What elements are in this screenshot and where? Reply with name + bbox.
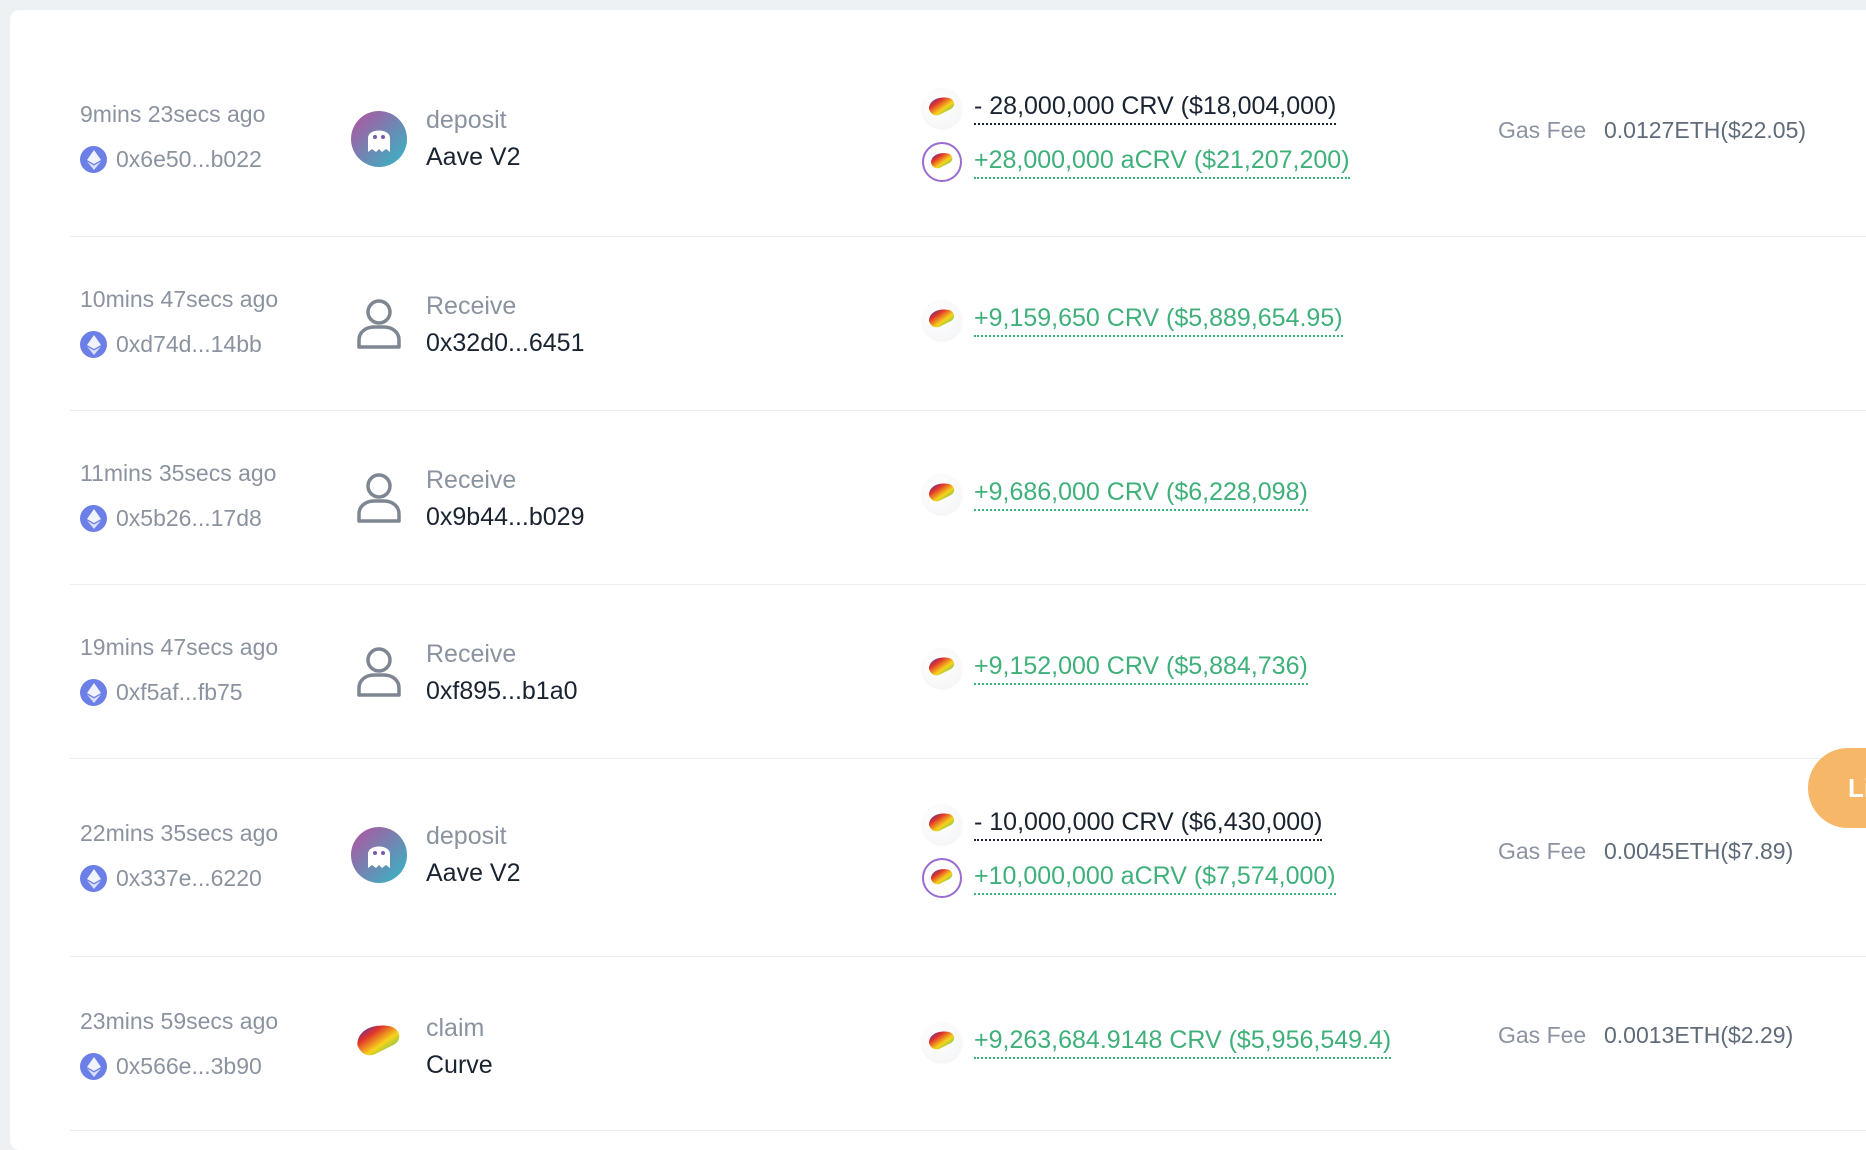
acrv-icon xyxy=(922,142,962,182)
transaction-action: claim xyxy=(426,1014,485,1042)
user-icon xyxy=(350,468,408,526)
transaction-action: deposit xyxy=(426,106,507,134)
token-amount[interactable]: +28,000,000 aCRV ($21,207,200) xyxy=(974,146,1350,179)
token-amount[interactable]: +9,263,684.9148 CRV ($5,956,549.4) xyxy=(974,1026,1392,1059)
transaction-action: Receive xyxy=(426,292,517,320)
token-amount[interactable]: - 28,000,000 CRV ($18,004,000) xyxy=(974,92,1337,125)
token-change-in: +9,263,684.9148 CRV ($5,956,549.4) xyxy=(922,1022,1392,1062)
counterparty-address[interactable]: 0xf895...b1a0 xyxy=(426,677,578,706)
aave-icon xyxy=(350,826,408,884)
ethereum-icon xyxy=(80,331,107,358)
transaction-time: 19mins 47secs ago xyxy=(80,634,279,660)
transaction-hash: 0xf5af...fb75 xyxy=(116,679,243,705)
transaction-time: 23mins 59secs ago xyxy=(80,1008,279,1034)
token-amount[interactable]: +9,159,650 CRV ($5,889,654.95) xyxy=(974,304,1343,337)
transaction-row: 23mins 59secs ago 0x566e...3b90 claim Cu… xyxy=(70,956,1866,1131)
transaction-hash: 0x6e50...b022 xyxy=(116,146,262,172)
token-change-out: - 10,000,000 CRV ($6,430,000) xyxy=(922,804,1323,844)
token-change-in: +28,000,000 aCRV ($21,207,200) xyxy=(922,142,1350,182)
crv-icon xyxy=(922,804,962,844)
transaction-hash-link[interactable]: 0x5b26...17d8 xyxy=(80,505,262,532)
token-amount[interactable]: +9,686,000 CRV ($6,228,098) xyxy=(974,478,1308,511)
token-change-out: - 28,000,000 CRV ($18,004,000) xyxy=(922,88,1337,128)
acrv-icon xyxy=(922,858,962,898)
protocol-name: Curve xyxy=(426,1051,493,1079)
protocol-name: Aave V2 xyxy=(426,859,521,887)
transaction-time: 10mins 47secs ago xyxy=(80,286,279,312)
ethereum-icon xyxy=(80,1053,107,1080)
gas-fee-value: 0.0127ETH($22.05) xyxy=(1604,117,1807,143)
transaction-hash-link[interactable]: 0xd74d...14bb xyxy=(80,331,262,358)
transaction-hash-link[interactable]: 0x566e...3b90 xyxy=(80,1053,262,1080)
transaction-row: 11mins 35secs ago 0x5b26...17d8 Receive … xyxy=(70,410,1866,585)
transaction-time: 22mins 35secs ago xyxy=(80,820,279,846)
crv-icon xyxy=(922,1022,962,1062)
ethereum-icon xyxy=(80,679,107,706)
transaction-hash-link[interactable]: 0x6e50...b022 xyxy=(80,146,262,173)
ethereum-icon xyxy=(80,505,107,532)
transaction-history-card: 9mins 23secs ago 0x6e50...b022 deposit A… xyxy=(10,10,1866,1150)
curve-icon xyxy=(350,1014,408,1072)
token-change-in: +9,152,000 CRV ($5,884,736) xyxy=(922,648,1308,688)
transaction-hash: 0x5b26...17d8 xyxy=(116,505,262,531)
transaction-row: 10mins 47secs ago 0xd74d...14bb Receive … xyxy=(70,236,1866,411)
transaction-hash: 0x566e...3b90 xyxy=(116,1053,262,1079)
aave-icon xyxy=(350,110,408,168)
transaction-hash-link[interactable]: 0x337e...6220 xyxy=(80,865,262,892)
ethereum-icon xyxy=(80,146,107,173)
token-amount[interactable]: - 10,000,000 CRV ($6,430,000) xyxy=(974,808,1323,841)
protocol-name: Aave V2 xyxy=(426,143,521,171)
transaction-row: 9mins 23secs ago 0x6e50...b022 deposit A… xyxy=(70,46,1866,237)
token-change-in: +9,159,650 CRV ($5,889,654.95) xyxy=(922,300,1343,340)
crv-icon xyxy=(922,88,962,128)
user-icon xyxy=(350,642,408,700)
counterparty-address[interactable]: 0x9b44...b029 xyxy=(426,503,584,532)
crv-icon xyxy=(922,300,962,340)
user-icon xyxy=(350,294,408,352)
token-change-in: +10,000,000 aCRV ($7,574,000) xyxy=(922,858,1336,898)
transaction-row: 22mins 35secs ago 0x337e...6220 deposit … xyxy=(70,758,1866,957)
ethereum-icon xyxy=(80,865,107,892)
crv-icon xyxy=(922,474,962,514)
crv-icon xyxy=(922,648,962,688)
transaction-hash-link[interactable]: 0xf5af...fb75 xyxy=(80,679,243,706)
gas-fee-label: Gas Fee xyxy=(1498,1022,1587,1048)
token-amount[interactable]: +10,000,000 aCRV ($7,574,000) xyxy=(974,862,1336,895)
transaction-time: 11mins 35secs ago xyxy=(80,460,277,486)
transaction-row: 19mins 47secs ago 0xf5af...fb75 Receive … xyxy=(70,584,1866,759)
gas-fee-label: Gas Fee xyxy=(1498,838,1587,864)
token-change-in: +9,686,000 CRV ($6,228,098) xyxy=(922,474,1308,514)
transaction-action: Receive xyxy=(426,466,517,494)
gas-fee-value: 0.0013ETH($2.29) xyxy=(1604,1022,1794,1048)
gas-fee-label: Gas Fee xyxy=(1498,117,1587,143)
transaction-hash: 0xd74d...14bb xyxy=(116,331,262,357)
gas-fee-value: 0.0045ETH($7.89) xyxy=(1604,838,1794,864)
floating-action-label: Li xyxy=(1848,772,1866,803)
transaction-hash: 0x337e...6220 xyxy=(116,865,262,891)
transaction-action: deposit xyxy=(426,822,507,850)
transaction-action: Receive xyxy=(426,640,517,668)
counterparty-address[interactable]: 0x32d0...6451 xyxy=(426,329,584,358)
token-amount[interactable]: +9,152,000 CRV ($5,884,736) xyxy=(974,652,1308,685)
transaction-time: 9mins 23secs ago xyxy=(80,101,266,127)
